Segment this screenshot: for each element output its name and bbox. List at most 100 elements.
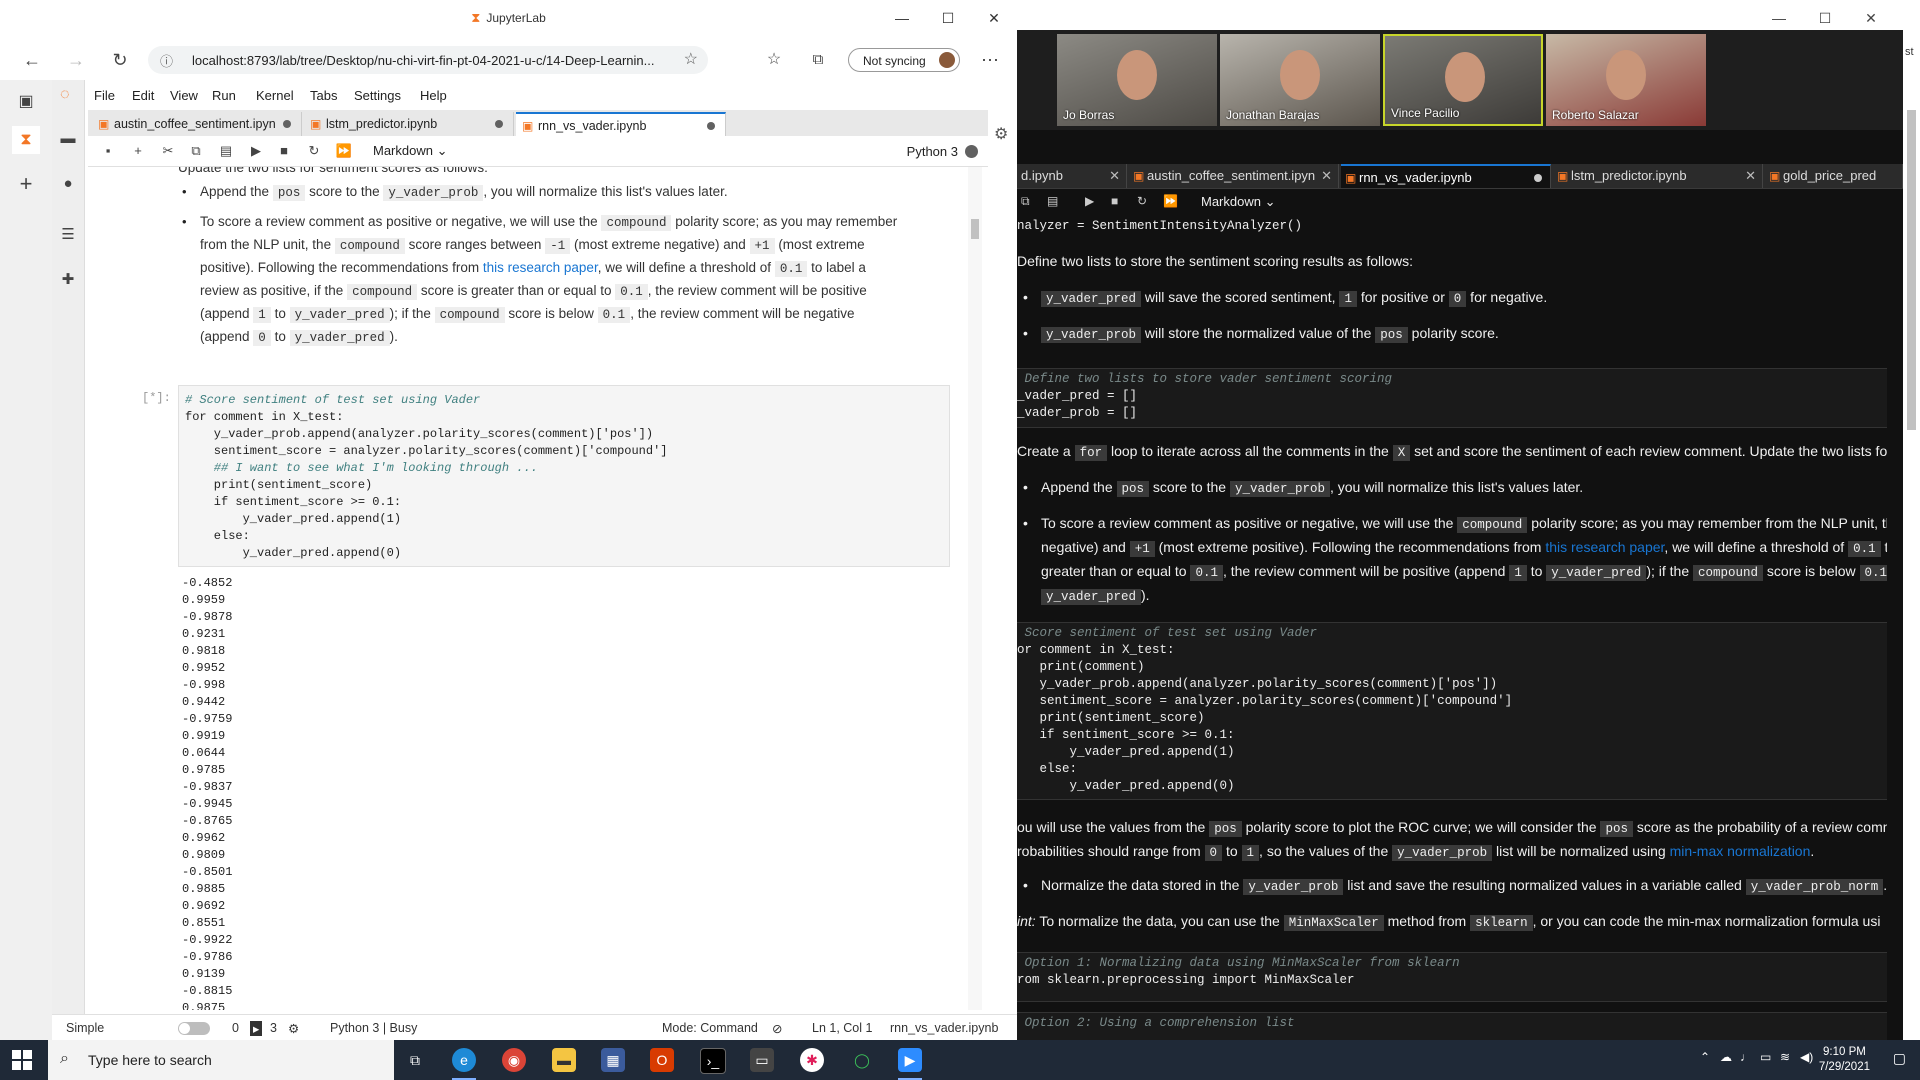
minimize-button[interactable]: —: [884, 6, 920, 30]
shared-tab[interactable]: ▣ gold_price_pred: [1765, 164, 1903, 188]
code-cell[interactable]: # Score sentiment of test set using Vade…: [178, 385, 950, 567]
cloud-icon[interactable]: ☁: [1720, 1050, 1732, 1064]
taskbar-search[interactable]: ⌕ Type here to search: [48, 1040, 394, 1080]
paste-icon[interactable]: ▤: [216, 143, 236, 159]
menu-settings[interactable]: Settings: [354, 88, 401, 103]
wifi-icon[interactable]: ≋: [1780, 1050, 1790, 1064]
notebook-scrollbar[interactable]: [968, 167, 982, 1010]
menu-file[interactable]: File: [94, 88, 115, 103]
edge-browser-icon[interactable]: e: [452, 1048, 476, 1080]
participant-name: Jonathan Barajas: [1226, 108, 1320, 122]
extension-icon[interactable]: ✚: [56, 270, 80, 288]
anaconda-icon[interactable]: ◯: [850, 1048, 874, 1072]
collections-icon[interactable]: ⧉: [804, 48, 832, 72]
menu-help[interactable]: Help: [420, 88, 447, 103]
chevron-up-icon[interactable]: ⌃: [1700, 1050, 1710, 1064]
cursor-position[interactable]: Ln 1, Col 1: [812, 1021, 872, 1035]
stop-icon[interactable]: ■: [274, 143, 294, 158]
notebook-icon: ▣: [1345, 171, 1357, 185]
shared-tab[interactable]: ▣ lstm_predictor.ipynb ✕: [1553, 164, 1763, 188]
bug-icon[interactable]: ⊘: [772, 1021, 782, 1036]
tab-lstm-predictor[interactable]: ▣ lstm_predictor.ipynb: [304, 112, 514, 136]
volume-icon[interactable]: ◀): [1800, 1050, 1813, 1064]
close-tab-icon[interactable]: ✕: [1109, 164, 1120, 188]
run-icon[interactable]: ▶: [246, 143, 266, 159]
close-tab-icon[interactable]: ✕: [1321, 164, 1332, 188]
scroll-thumb[interactable]: [971, 219, 979, 239]
close-button[interactable]: ✕: [976, 6, 1012, 30]
tab-rnn-vs-vader[interactable]: ▣ rnn_vs_vader.ipynb: [516, 112, 726, 136]
kernels-count[interactable]: 3: [270, 1021, 277, 1035]
calculator-icon[interactable]: ▦: [601, 1048, 625, 1072]
forward-icon[interactable]: →: [62, 48, 90, 72]
right-edge-text: st: [1905, 46, 1914, 58]
restart-icon[interactable]: ↻: [304, 143, 324, 159]
participant-video-active-speaker[interactable]: Vince Pacilio: [1383, 34, 1543, 126]
sync-button[interactable]: Not syncing: [848, 48, 960, 72]
right-edge-scrollbar[interactable]: st: [1903, 0, 1920, 1040]
app-window-icon[interactable]: ▭: [750, 1048, 774, 1072]
tabs-icon[interactable]: ▣: [12, 88, 40, 116]
participant-video[interactable]: Roberto Salazar: [1546, 34, 1706, 126]
menu-kernel[interactable]: Kernel: [256, 88, 294, 103]
url-bar[interactable]: ⓘ localhost:8793/lab/tree/Desktop/nu-chi…: [148, 46, 708, 74]
close-tab-icon[interactable]: ✕: [1745, 164, 1756, 188]
fast-forward-icon[interactable]: ⏩: [334, 143, 354, 159]
kernel-status[interactable]: Python 3 | Busy: [330, 1021, 417, 1035]
menu-tabs[interactable]: Tabs: [310, 88, 337, 103]
simple-mode-toggle[interactable]: [178, 1022, 210, 1035]
maximize-button[interactable]: ☐: [1807, 6, 1843, 30]
notebook-content[interactable]: Update the two lists for sentiment score…: [88, 167, 968, 1010]
favorites-icon[interactable]: ☆: [760, 48, 788, 72]
terminal-icon[interactable]: ›_: [700, 1048, 726, 1074]
office-icon[interactable]: O: [650, 1048, 674, 1072]
chrome-icon[interactable]: ◉: [502, 1048, 526, 1072]
copy-icon[interactable]: ⧉: [186, 143, 206, 159]
cell-type-select[interactable]: Markdown ⌄: [373, 143, 448, 159]
add-icon[interactable]: +: [12, 170, 40, 198]
notifications-icon[interactable]: ▢: [1893, 1050, 1906, 1067]
jupyter-icon[interactable]: ⧗: [12, 126, 40, 154]
task-view-icon[interactable]: ⧉: [403, 1048, 427, 1072]
minimize-button[interactable]: —: [1761, 6, 1797, 30]
clock-time: 9:10 PM: [1823, 1046, 1866, 1058]
shared-tab[interactable]: ▣ austin_coffee_sentiment.ipyn ✕: [1129, 164, 1339, 188]
zoom-icon[interactable]: ▶: [898, 1048, 922, 1080]
kernel-name[interactable]: Python 3: [907, 144, 958, 159]
more-menu-icon[interactable]: ⋯: [976, 48, 1004, 72]
info-icon[interactable]: ⓘ: [160, 51, 173, 70]
search-placeholder: Type here to search: [88, 1052, 212, 1068]
slack-icon[interactable]: ✱: [800, 1048, 824, 1072]
clock[interactable]: 9:10 PM 7/29/2021: [1819, 1045, 1870, 1075]
battery-icon[interactable]: ▭: [1760, 1050, 1771, 1064]
research-paper-link[interactable]: this research paper: [483, 260, 598, 275]
close-button[interactable]: ✕: [1853, 6, 1889, 30]
file-explorer-icon[interactable]: ▬: [552, 1048, 576, 1072]
shared-tab-active[interactable]: ▣ rnn_vs_vader.ipynb: [1341, 164, 1551, 188]
favorite-star-icon[interactable]: ☆: [684, 49, 698, 69]
folder-icon[interactable]: ▬: [56, 130, 80, 147]
output-line: 0.9785: [182, 763, 226, 777]
participant-video[interactable]: Jo Borras: [1057, 34, 1217, 126]
property-inspector-gear-icon[interactable]: ⚙: [994, 124, 1008, 144]
maximize-button[interactable]: ☐: [930, 6, 966, 30]
unsaved-dot-icon: [495, 120, 503, 128]
scroll-thumb[interactable]: [1907, 110, 1916, 430]
shared-tab[interactable]: d.ipynb ✕: [1017, 164, 1127, 188]
microphone-icon[interactable]: ♩: [1740, 1050, 1752, 1064]
terminals-count[interactable]: 0: [232, 1021, 239, 1035]
menu-edit[interactable]: Edit: [132, 88, 154, 103]
save-icon[interactable]: ▪: [98, 143, 118, 158]
menu-run[interactable]: Run: [212, 88, 236, 103]
cut-icon[interactable]: ✂: [158, 143, 178, 159]
windows-start-icon[interactable]: [12, 1050, 32, 1070]
running-icon[interactable]: ●: [56, 175, 80, 192]
menu-view[interactable]: View: [170, 88, 198, 103]
back-icon[interactable]: ←: [18, 48, 46, 72]
code-editor[interactable]: # Score sentiment of test set using Vade…: [185, 392, 667, 562]
tab-austin-coffee[interactable]: ▣ austin_coffee_sentiment.ipyn: [92, 112, 302, 136]
refresh-icon[interactable]: ↻: [106, 48, 134, 72]
participant-video[interactable]: Jonathan Barajas: [1220, 34, 1380, 126]
insert-cell-icon[interactable]: +: [128, 143, 148, 158]
toc-icon[interactable]: ☰: [56, 225, 80, 243]
